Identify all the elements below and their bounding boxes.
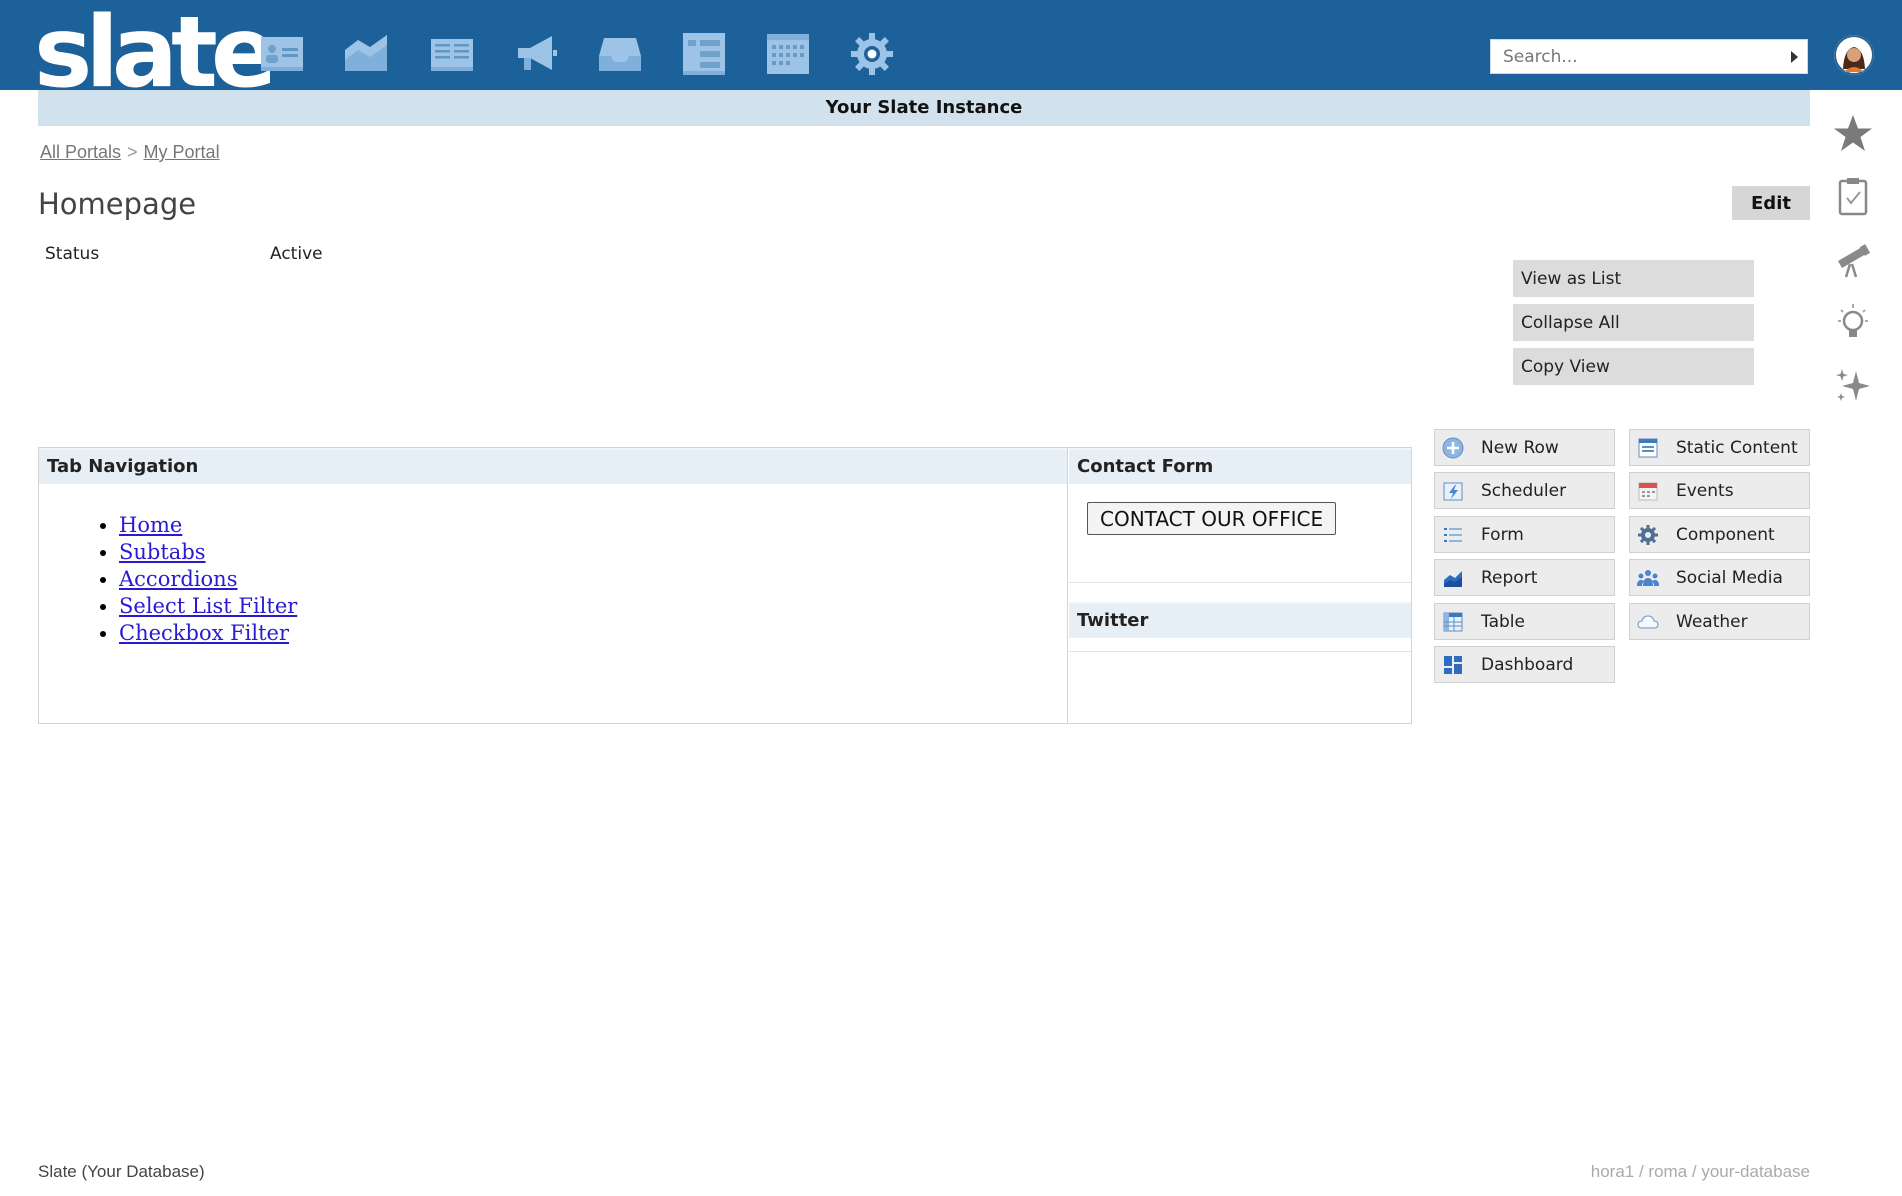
report-chart-icon	[1441, 566, 1465, 590]
telescope-icon[interactable]	[1830, 237, 1876, 283]
table-icon	[1441, 610, 1465, 634]
page-title: Homepage	[38, 187, 197, 221]
top-nav-bar: slate	[0, 0, 1902, 90]
widget-weather[interactable]: Weather	[1629, 603, 1810, 640]
gear-icon[interactable]	[848, 30, 896, 78]
list-item: Accordions	[119, 566, 1067, 593]
book-icon[interactable]	[428, 30, 476, 78]
tab-navigation-part[interactable]: Tab Navigation Home Subtabs Accordions S…	[39, 448, 1068, 723]
breadcrumb-all-portals[interactable]: All Portals	[40, 142, 121, 162]
tab-navigation-title: Tab Navigation	[39, 448, 1067, 484]
lightbulb-icon[interactable]	[1830, 300, 1876, 346]
widget-label: Dashboard	[1481, 654, 1574, 675]
search-box	[1490, 39, 1808, 74]
widget-label: Table	[1481, 611, 1525, 632]
divider	[1069, 582, 1411, 583]
right-column: Contact Form CONTACT OUR OFFICE Twitter	[1069, 448, 1411, 723]
status-label: Status	[45, 244, 100, 264]
portal-canvas: Tab Navigation Home Subtabs Accordions S…	[38, 447, 1412, 724]
widget-label: Social Media	[1676, 567, 1783, 588]
slate-logo[interactable]: slate	[34, 4, 270, 90]
breadcrumb-my-portal[interactable]: My Portal	[144, 142, 220, 162]
plus-circle-icon	[1441, 436, 1465, 460]
list-item: Select List Filter	[119, 593, 1067, 620]
widget-events[interactable]: Events	[1629, 472, 1810, 509]
clipboard-check-icon[interactable]	[1830, 174, 1876, 220]
collapse-all-button[interactable]: Collapse All	[1513, 304, 1754, 341]
reports-chart-icon[interactable]	[342, 30, 390, 78]
tab-link-home[interactable]: Home	[119, 513, 182, 537]
tab-link-accordions[interactable]: Accordions	[119, 567, 237, 591]
widget-component[interactable]: Component	[1629, 516, 1810, 553]
user-avatar[interactable]	[1834, 35, 1874, 75]
divider	[1069, 651, 1411, 652]
widget-label: Report	[1481, 567, 1538, 588]
footer-server-info: hora1 / roma / your-database	[1590, 1162, 1810, 1181]
weather-cloud-icon	[1636, 610, 1660, 634]
megaphone-icon[interactable]	[512, 30, 560, 78]
widget-label: Form	[1481, 524, 1524, 545]
status-value: Active	[270, 244, 323, 264]
static-content-icon	[1636, 436, 1660, 460]
search-submit-icon[interactable]	[1791, 51, 1798, 63]
widget-social-media[interactable]: Social Media	[1629, 559, 1810, 596]
form-list-icon	[1441, 523, 1465, 547]
widget-label: Static Content	[1676, 437, 1798, 458]
widget-label: Component	[1676, 524, 1775, 545]
contact-form-part[interactable]: Contact Form CONTACT OUR OFFICE	[1069, 448, 1411, 535]
edit-button[interactable]: Edit	[1732, 186, 1810, 220]
dashboard-icon	[1441, 653, 1465, 677]
widget-static-content[interactable]: Static Content	[1629, 429, 1810, 466]
breadcrumb-separator: >	[127, 142, 138, 162]
copy-view-button[interactable]: Copy View	[1513, 348, 1754, 385]
widget-table[interactable]: Table	[1434, 603, 1615, 640]
list-item: Subtabs	[119, 539, 1067, 566]
scheduler-icon	[1441, 479, 1465, 503]
events-calendar-icon	[1636, 479, 1660, 503]
contacts-card-icon[interactable]	[258, 30, 306, 78]
footer-database-name: Slate (Your Database)	[38, 1162, 205, 1181]
instance-banner: Your Slate Instance	[38, 90, 1810, 126]
widget-dashboard[interactable]: Dashboard	[1434, 646, 1615, 683]
tab-link-select-list-filter[interactable]: Select List Filter	[119, 594, 297, 618]
inbox-tray-icon[interactable]	[596, 30, 644, 78]
widget-label: Events	[1676, 480, 1734, 501]
search-input[interactable]	[1491, 40, 1781, 73]
list-icon[interactable]	[680, 30, 728, 78]
widget-label: New Row	[1481, 437, 1559, 458]
component-gear-icon	[1636, 523, 1660, 547]
view-as-list-button[interactable]: View as List	[1513, 260, 1754, 297]
sparkles-icon[interactable]	[1830, 363, 1876, 409]
contact-our-office-button[interactable]: CONTACT OUR OFFICE	[1087, 502, 1337, 535]
twitter-part[interactable]: Twitter	[1069, 602, 1411, 638]
list-item: Home	[119, 512, 1067, 539]
widget-form[interactable]: Form	[1434, 516, 1615, 553]
contact-form-title: Contact Form	[1069, 448, 1411, 484]
widget-new-row[interactable]: New Row	[1434, 429, 1615, 466]
calendar-icon[interactable]	[764, 30, 812, 78]
tab-navigation-list: Home Subtabs Accordions Select List Filt…	[119, 512, 1067, 647]
social-media-icon	[1636, 566, 1660, 590]
tab-link-subtabs[interactable]: Subtabs	[119, 540, 206, 564]
list-item: Checkbox Filter	[119, 620, 1067, 647]
widget-report[interactable]: Report	[1434, 559, 1615, 596]
tab-link-checkbox-filter[interactable]: Checkbox Filter	[119, 621, 289, 645]
breadcrumb: All Portals > My Portal	[40, 142, 220, 163]
widget-scheduler[interactable]: Scheduler	[1434, 472, 1615, 509]
widget-label: Scheduler	[1481, 480, 1567, 501]
twitter-title: Twitter	[1069, 602, 1411, 638]
star-icon[interactable]	[1830, 111, 1876, 157]
widget-label: Weather	[1676, 611, 1748, 632]
